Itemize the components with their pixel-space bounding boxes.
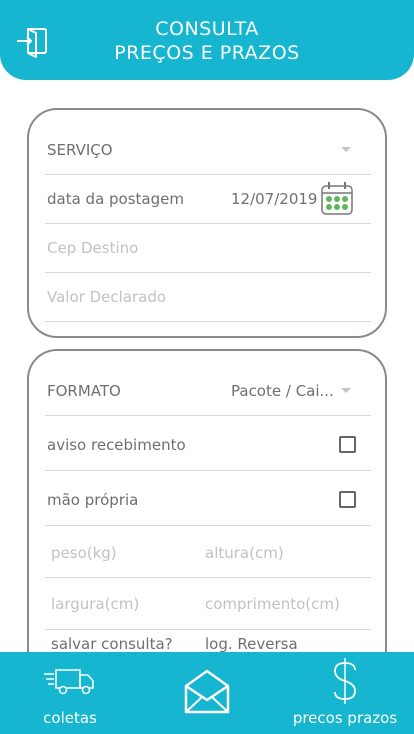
largura-comprimento-row: largura(cm) comprimento(cm) [45,579,371,630]
aviso-recebimento-label: aviso recebimento [47,436,186,454]
servico-label: SERVIÇO [47,141,113,159]
mao-propria-label: mão própria [47,491,139,509]
valor-declarado-placeholder: Valor Declarado [47,288,167,306]
envelope-icon [184,669,230,714]
valor-declarado-field[interactable]: Valor Declarado [45,273,371,322]
nav-coletas-label: coletas [43,709,97,727]
salvar-consulta-label[interactable]: salvar consulta? [51,635,173,653]
nav-precos-prazos-label: precos prazos [292,709,398,727]
page-title-line1: CONSULTA [155,18,259,40]
shipping-info-card: SERVIÇO data da postagem 12/07/2019 Cep … [27,108,387,338]
comprimento-field[interactable]: comprimento(cm) [205,595,340,613]
cep-destino-field[interactable]: Cep Destino [45,224,371,273]
package-info-card: FORMATO Pacote / Cai... aviso recebiment… [27,349,387,669]
header-bar: CONSULTA PREÇOS E PRAZOS [0,0,414,80]
peso-field[interactable]: peso(kg) [51,544,117,562]
cep-destino-placeholder: Cep Destino [47,239,139,257]
page-title-line2: PREÇOS E PRAZOS [114,42,300,64]
mao-propria-row: mão própria [45,472,371,526]
dollar-icon [334,658,356,704]
largura-field[interactable]: largura(cm) [51,595,139,613]
bottom-navigation: coletas precos prazos [0,652,414,734]
mao-propria-checkbox[interactable] [339,491,356,508]
altura-field[interactable]: altura(cm) [205,544,284,562]
servico-select[interactable]: SERVIÇO [45,126,371,175]
chevron-down-icon [341,147,351,152]
chevron-down-icon [341,388,351,393]
nav-precos-prazos[interactable]: precos prazos [286,652,404,734]
formato-value: Pacote / Cai... [231,382,334,400]
peso-altura-row: peso(kg) altura(cm) [45,527,371,578]
truck-icon [44,669,94,695]
aviso-recebimento-row: aviso recebimento [45,417,371,471]
data-postagem-value[interactable]: 12/07/2019 [231,190,317,208]
data-postagem-row: data da postagem 12/07/2019 [45,175,371,224]
aviso-recebimento-checkbox[interactable] [339,436,356,453]
calendar-icon[interactable] [320,181,354,217]
formato-select[interactable]: FORMATO Pacote / Cai... [45,367,371,416]
data-postagem-label: data da postagem [47,190,184,208]
formato-label: FORMATO [47,382,121,400]
nav-center[interactable] [180,652,234,734]
log-reversa-label[interactable]: log. Reversa [205,635,298,653]
nav-coletas[interactable]: coletas [30,652,110,734]
